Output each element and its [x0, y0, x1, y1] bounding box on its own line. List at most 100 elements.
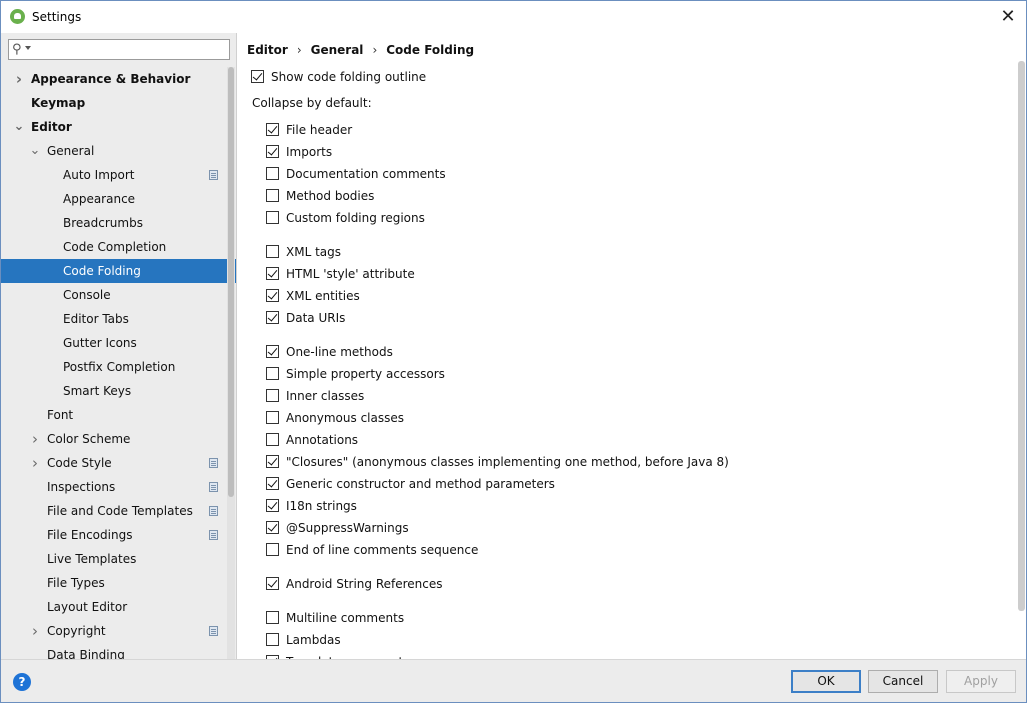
- settings-sidebar: ⚲ › Appearance & Behavior Keymap ⌄ Editor ⌄ Ge…: [1, 33, 237, 659]
- sidebar-item-file-types[interactable]: File Types: [1, 571, 227, 595]
- sidebar-item-layout-editor[interactable]: Layout Editor: [1, 595, 227, 619]
- settings-window: Settings ✕ ⚲ › Appearance & Behavior Keyma…: [0, 0, 1027, 703]
- sidebar-item-inspections[interactable]: Inspections: [1, 475, 227, 499]
- checkbox[interactable]: [266, 633, 279, 646]
- checkbox[interactable]: [266, 245, 279, 258]
- sidebar-item-code-style[interactable]: › Code Style: [1, 451, 227, 475]
- checkbox[interactable]: [266, 455, 279, 468]
- sidebar-item-label: General: [47, 144, 95, 158]
- sidebar-scrollbar-thumb[interactable]: [228, 67, 234, 497]
- sidebar-item-file-encodings[interactable]: File Encodings: [1, 523, 227, 547]
- sidebar-item-label: File and Code Templates: [47, 504, 193, 518]
- sidebar-item-copyright[interactable]: › Copyright: [1, 619, 227, 643]
- sidebar-item-label: File Encodings: [47, 528, 133, 542]
- close-icon[interactable]: ✕: [996, 5, 1020, 29]
- checkbox-label: Show code folding outline: [271, 70, 427, 84]
- checkbox[interactable]: [266, 189, 279, 202]
- breadcrumb: Editor › General › Code Folding: [247, 43, 474, 57]
- checkbox[interactable]: [266, 477, 279, 490]
- checkbox-label: One-line methods: [286, 345, 393, 359]
- checkbox[interactable]: [251, 70, 264, 83]
- sidebar-item-label: Smart Keys: [63, 384, 132, 398]
- sidebar-item-data-binding[interactable]: Data Binding: [1, 643, 227, 659]
- checkbox-label: Custom folding regions: [286, 211, 425, 225]
- sidebar-item-general[interactable]: ⌄ General: [1, 139, 227, 163]
- sidebar-item-editor[interactable]: ⌄ Editor: [1, 115, 227, 139]
- chevron-right-icon[interactable]: ›: [29, 619, 41, 643]
- checkbox[interactable]: [266, 311, 279, 324]
- checkbox[interactable]: [266, 367, 279, 380]
- sidebar-item-label: Auto Import: [63, 168, 135, 182]
- sidebar-item-postfix-completion[interactable]: Postfix Completion: [1, 355, 227, 379]
- sidebar-item-label: Editor Tabs: [63, 312, 129, 326]
- sidebar-item-file-and-code-templates[interactable]: File and Code Templates: [1, 499, 227, 523]
- sidebar-item-color-scheme[interactable]: › Color Scheme: [1, 427, 227, 451]
- chevron-right-icon[interactable]: ›: [29, 427, 41, 451]
- sidebar-item-label: Data Binding: [47, 648, 125, 659]
- checkbox[interactable]: [266, 211, 279, 224]
- checkbox[interactable]: [266, 611, 279, 624]
- sidebar-item-label: Appearance: [63, 192, 136, 206]
- sidebar-item-appearance[interactable]: Appearance: [1, 187, 227, 211]
- ok-button[interactable]: OK: [791, 670, 861, 693]
- checkbox[interactable]: [266, 543, 279, 556]
- sidebar-item-console[interactable]: Console: [1, 283, 227, 307]
- checkbox[interactable]: [266, 145, 279, 158]
- help-icon[interactable]: ?: [13, 673, 31, 691]
- chevron-right-icon[interactable]: ›: [13, 67, 25, 91]
- checkbox[interactable]: [266, 345, 279, 358]
- sidebar-item-smart-keys[interactable]: Smart Keys: [1, 379, 227, 403]
- sidebar-item-label: Copyright: [47, 624, 106, 638]
- sidebar-item-label: Code Style: [47, 456, 112, 470]
- checkbox[interactable]: [266, 577, 279, 590]
- checkbox-label: Anonymous classes: [286, 411, 404, 425]
- checkbox[interactable]: [266, 433, 279, 446]
- checkbox[interactable]: [266, 411, 279, 424]
- apply-button[interactable]: Apply: [946, 670, 1016, 693]
- chevron-right-icon[interactable]: ›: [29, 451, 41, 475]
- search-input[interactable]: [33, 41, 223, 58]
- sidebar-item-label: Keymap: [31, 96, 86, 110]
- breadcrumb-item: Editor: [247, 43, 288, 57]
- content-scrollbar-thumb[interactable]: [1018, 61, 1025, 611]
- checkbox[interactable]: [266, 521, 279, 534]
- checkbox-label: HTML 'style' attribute: [286, 267, 415, 281]
- sidebar-item-appearance-behavior[interactable]: › Appearance & Behavior: [1, 67, 227, 91]
- checkbox[interactable]: [266, 123, 279, 136]
- checkbox-label: Android String References: [286, 577, 443, 591]
- checkbox-label: Data URIs: [286, 311, 346, 325]
- cancel-button[interactable]: Cancel: [868, 670, 938, 693]
- sidebar-item-auto-import[interactable]: Auto Import: [1, 163, 227, 187]
- sidebar-item-code-folding[interactable]: Code Folding: [1, 259, 236, 283]
- checkbox[interactable]: [266, 289, 279, 302]
- checkbox[interactable]: [266, 389, 279, 402]
- sidebar-item-breadcrumbs[interactable]: Breadcrumbs: [1, 211, 227, 235]
- settings-search[interactable]: ⚲: [8, 39, 230, 60]
- settings-tree: › Appearance & Behavior Keymap ⌄ Editor ⌄ Gene…: [1, 67, 236, 659]
- checkbox[interactable]: [266, 267, 279, 280]
- sidebar-item-code-completion[interactable]: Code Completion: [1, 235, 227, 259]
- project-settings-icon: [209, 482, 218, 492]
- title-bar: Settings ✕: [1, 1, 1026, 33]
- sidebar-item-gutter-icons[interactable]: Gutter Icons: [1, 331, 227, 355]
- chevron-down-icon[interactable]: ⌄: [13, 115, 25, 139]
- content-scrollbar[interactable]: [1016, 61, 1026, 611]
- breadcrumb-separator: ›: [372, 43, 378, 57]
- chevron-down-icon[interactable]: ⌄: [29, 139, 41, 163]
- checkbox[interactable]: [266, 499, 279, 512]
- sidebar-item-font[interactable]: Font: [1, 403, 227, 427]
- project-settings-icon: [209, 626, 218, 636]
- sidebar-item-label: Breadcrumbs: [63, 216, 143, 230]
- android-studio-icon: [10, 9, 25, 24]
- sidebar-item-live-templates[interactable]: Live Templates: [1, 547, 227, 571]
- search-dropdown-icon[interactable]: [25, 46, 31, 50]
- sidebar-item-editor-tabs[interactable]: Editor Tabs: [1, 307, 227, 331]
- sidebar-item-label: Postfix Completion: [63, 360, 176, 374]
- search-icon: ⚲: [12, 42, 22, 57]
- checkbox[interactable]: [266, 167, 279, 180]
- sidebar-scrollbar[interactable]: [227, 67, 235, 659]
- sidebar-item-label: Live Templates: [47, 552, 137, 566]
- sidebar-item-keymap[interactable]: Keymap: [1, 91, 227, 115]
- dialog-footer: ? OK Cancel Apply: [1, 659, 1026, 702]
- project-settings-icon: [209, 506, 218, 516]
